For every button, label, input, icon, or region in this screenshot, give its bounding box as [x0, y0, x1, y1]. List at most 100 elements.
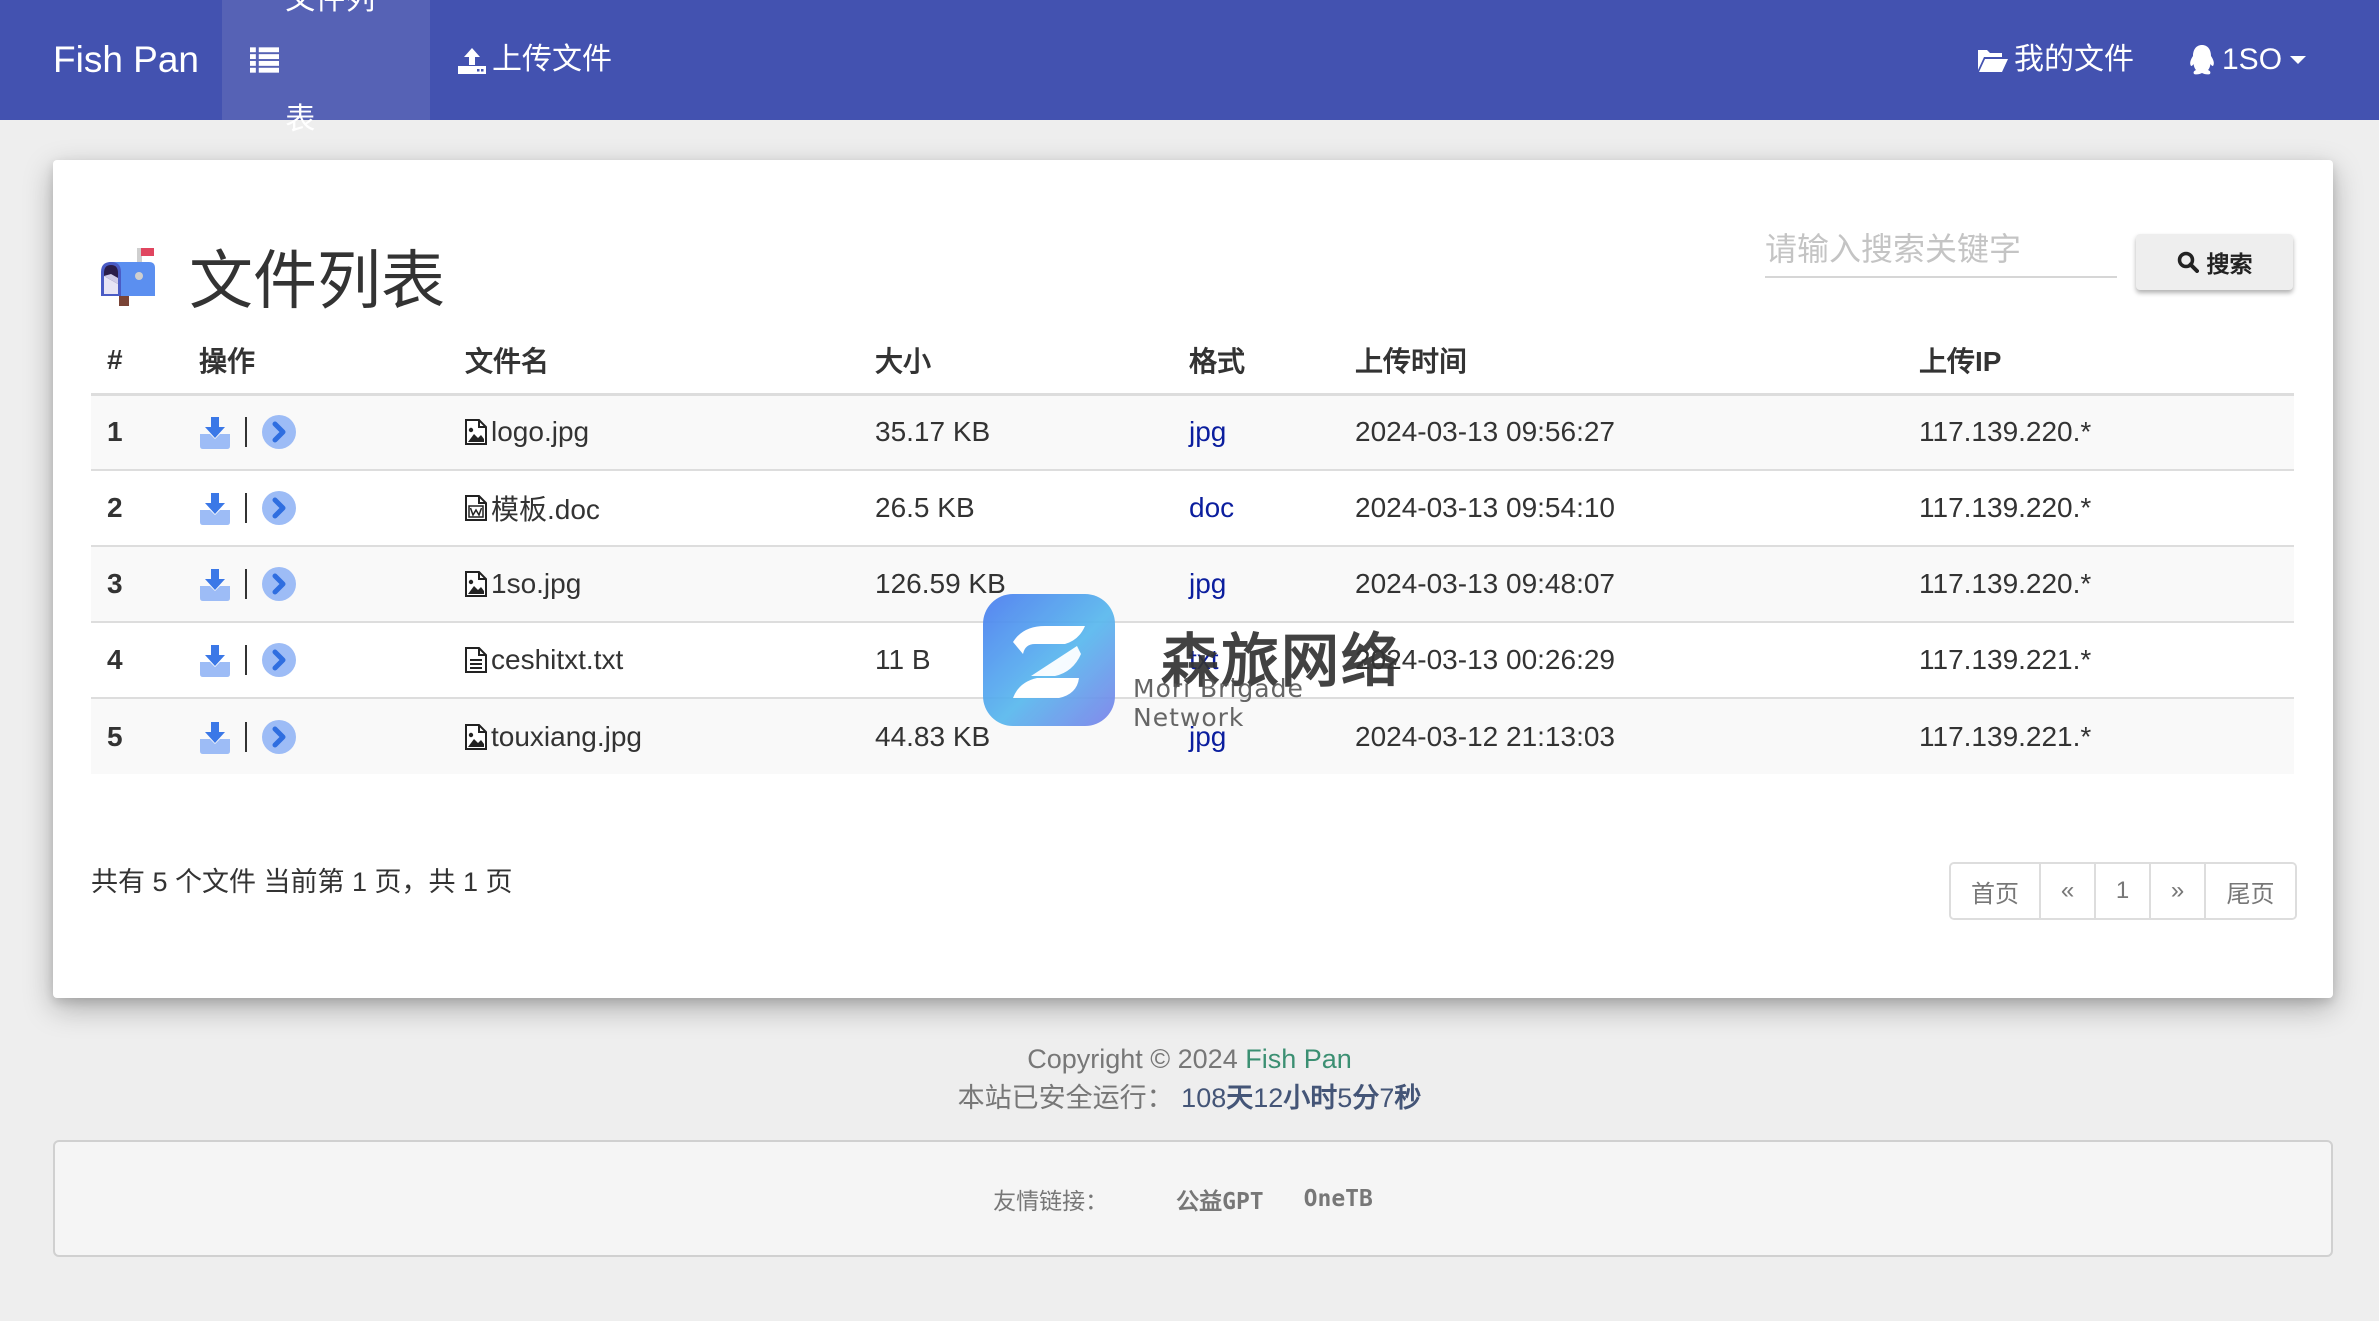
search-button-label: 搜索 [2206, 251, 2253, 277]
action-separator [245, 721, 247, 752]
format-link[interactable]: doc [1189, 492, 1234, 523]
col-header-filename: 文件名 [449, 328, 859, 396]
row-size: 26.5 KB [859, 470, 1173, 547]
table-row: 3 1so.jpg 126.59 KB jpg 2024-03-13 09:48:07 1… [91, 546, 2294, 623]
nav-my-files[interactable]: 我的文件 [1950, 0, 2162, 120]
row-index: 1 [91, 394, 183, 471]
copyright-text: Copyright © 2024 [1027, 1044, 1246, 1074]
view-details-icon[interactable] [261, 719, 297, 755]
nav-file-list-label: 文件列表 [285, 0, 375, 136]
row-format: doc [1173, 470, 1339, 547]
row-upload-time: 2024-03-13 09:54:10 [1339, 470, 1903, 547]
uptime-label: 本站已安全运行： [957, 1083, 1174, 1113]
footer-brand-link[interactable]: Fish Pan [1245, 1044, 1352, 1074]
format-link[interactable]: txt [1189, 644, 1219, 675]
filename-link[interactable]: ceshitxt.txt [491, 644, 623, 676]
user-menu-toggle[interactable]: 1SO [2160, 0, 2334, 120]
image-file-icon [465, 419, 487, 446]
action-separator [245, 645, 247, 675]
row-actions [183, 470, 449, 547]
view-details-icon[interactable] [261, 490, 297, 526]
view-details-icon[interactable] [261, 566, 297, 602]
col-header-upload-time: 上传时间 [1339, 328, 1903, 396]
nav-my-files-label: 我的文件 [2014, 43, 2134, 76]
download-icon[interactable] [199, 720, 231, 754]
row-index: 4 [91, 622, 183, 699]
row-format: jpg [1173, 698, 1339, 774]
row-size: 11 B [859, 622, 1173, 699]
copyright-line: Copyright © 2024 Fish Pan [0, 1040, 2379, 1079]
download-icon[interactable] [199, 415, 231, 450]
nav-file-list[interactable]: 文件列表 [222, 0, 430, 136]
search-input[interactable] [1765, 222, 2117, 278]
caret-down-icon [2290, 56, 2307, 64]
friend-links-label: 友情链接： [993, 1188, 1109, 1215]
uptime-hours-unit: 小时 [1283, 1083, 1338, 1113]
nav-upload[interactable]: 上传文件 [430, 0, 640, 120]
pagination-last[interactable]: 尾页 [2206, 864, 2295, 918]
uptime-value: 108天12小时5分7秒 [1181, 1083, 1421, 1113]
filename-link[interactable]: 1so.jpg [491, 568, 581, 600]
row-actions [183, 622, 449, 699]
download-button[interactable] [199, 567, 231, 601]
friend-link-onetb[interactable]: OneTB [1304, 1186, 1373, 1212]
download-icon[interactable] [199, 643, 231, 677]
filename-link[interactable]: touxiang.jpg [491, 721, 642, 753]
format-link[interactable]: jpg [1189, 416, 1226, 447]
view-details-icon[interactable] [261, 414, 297, 450]
row-filename: touxiang.jpg [449, 698, 859, 774]
action-separator [245, 569, 247, 599]
row-actions [183, 394, 449, 471]
format-link[interactable]: jpg [1189, 568, 1226, 599]
format-link[interactable]: jpg [1189, 721, 1226, 752]
search-icon [2177, 251, 2199, 273]
row-index: 3 [91, 546, 183, 623]
view-details-button[interactable] [261, 719, 297, 755]
uptime-seconds-unit: 秒 [1394, 1083, 1422, 1113]
download-icon[interactable] [199, 567, 231, 601]
folder-open-icon [1978, 50, 2008, 72]
row-upload-ip: 117.139.221.* [1903, 698, 2294, 774]
pagination-prev[interactable]: « [2041, 864, 2096, 918]
view-details-button[interactable] [261, 566, 297, 602]
col-header-index: # [91, 328, 183, 396]
upload-icon [458, 48, 486, 74]
friend-links-box: 友情链接： 公益GPT OneTB [53, 1140, 2333, 1257]
download-button[interactable] [199, 415, 231, 450]
uptime-minutes: 5 [1337, 1083, 1353, 1113]
top-navbar: Fish Pan 文件列表 上传文件 我的文件 1SO [0, 0, 2379, 136]
filename-link[interactable]: logo.jpg [491, 416, 589, 448]
row-filename: ceshitxt.txt [449, 622, 859, 699]
qq-penguin-icon [2190, 45, 2214, 75]
pagination: 首页 « 1 » 尾页 [1949, 862, 2297, 920]
download-button[interactable] [199, 720, 231, 754]
view-details-button[interactable] [261, 490, 297, 526]
action-separator [245, 493, 247, 523]
pagination-page-1[interactable]: 1 [2096, 864, 2151, 918]
row-size: 35.17 KB [859, 394, 1173, 471]
file-table: # 操作 文件名 大小 格式 上传时间 上传IP 1 logo.jpg 35.17 … [91, 328, 2294, 774]
download-button[interactable] [199, 491, 231, 525]
row-filename: 模板.doc [449, 470, 859, 547]
filename-link[interactable]: 模板.doc [491, 488, 600, 528]
uptime-days-unit: 天 [1226, 1083, 1254, 1113]
pagination-next[interactable]: » [2151, 864, 2206, 918]
view-details-button[interactable] [261, 642, 297, 678]
search-button[interactable]: 搜索 [2136, 234, 2293, 290]
mailbox-icon [101, 248, 155, 306]
view-details-button[interactable] [261, 414, 297, 450]
col-header-upload-ip: 上传IP [1903, 328, 2294, 396]
brand-logo[interactable]: Fish Pan [53, 0, 199, 120]
download-icon[interactable] [199, 491, 231, 525]
row-filename: 1so.jpg [449, 546, 859, 623]
uptime-days: 108 [1181, 1083, 1227, 1113]
view-details-icon[interactable] [261, 642, 297, 678]
row-upload-time: 2024-03-13 00:26:29 [1339, 622, 1903, 699]
row-upload-time: 2024-03-13 09:48:07 [1339, 546, 1903, 623]
friend-link-gpt[interactable]: 公益GPT [1176, 1182, 1264, 1216]
download-button[interactable] [199, 643, 231, 677]
uptime-hours: 12 [1253, 1083, 1284, 1113]
row-filename: logo.jpg [449, 394, 859, 471]
pagination-first[interactable]: 首页 [1951, 864, 2041, 918]
image-file-icon [465, 571, 487, 597]
